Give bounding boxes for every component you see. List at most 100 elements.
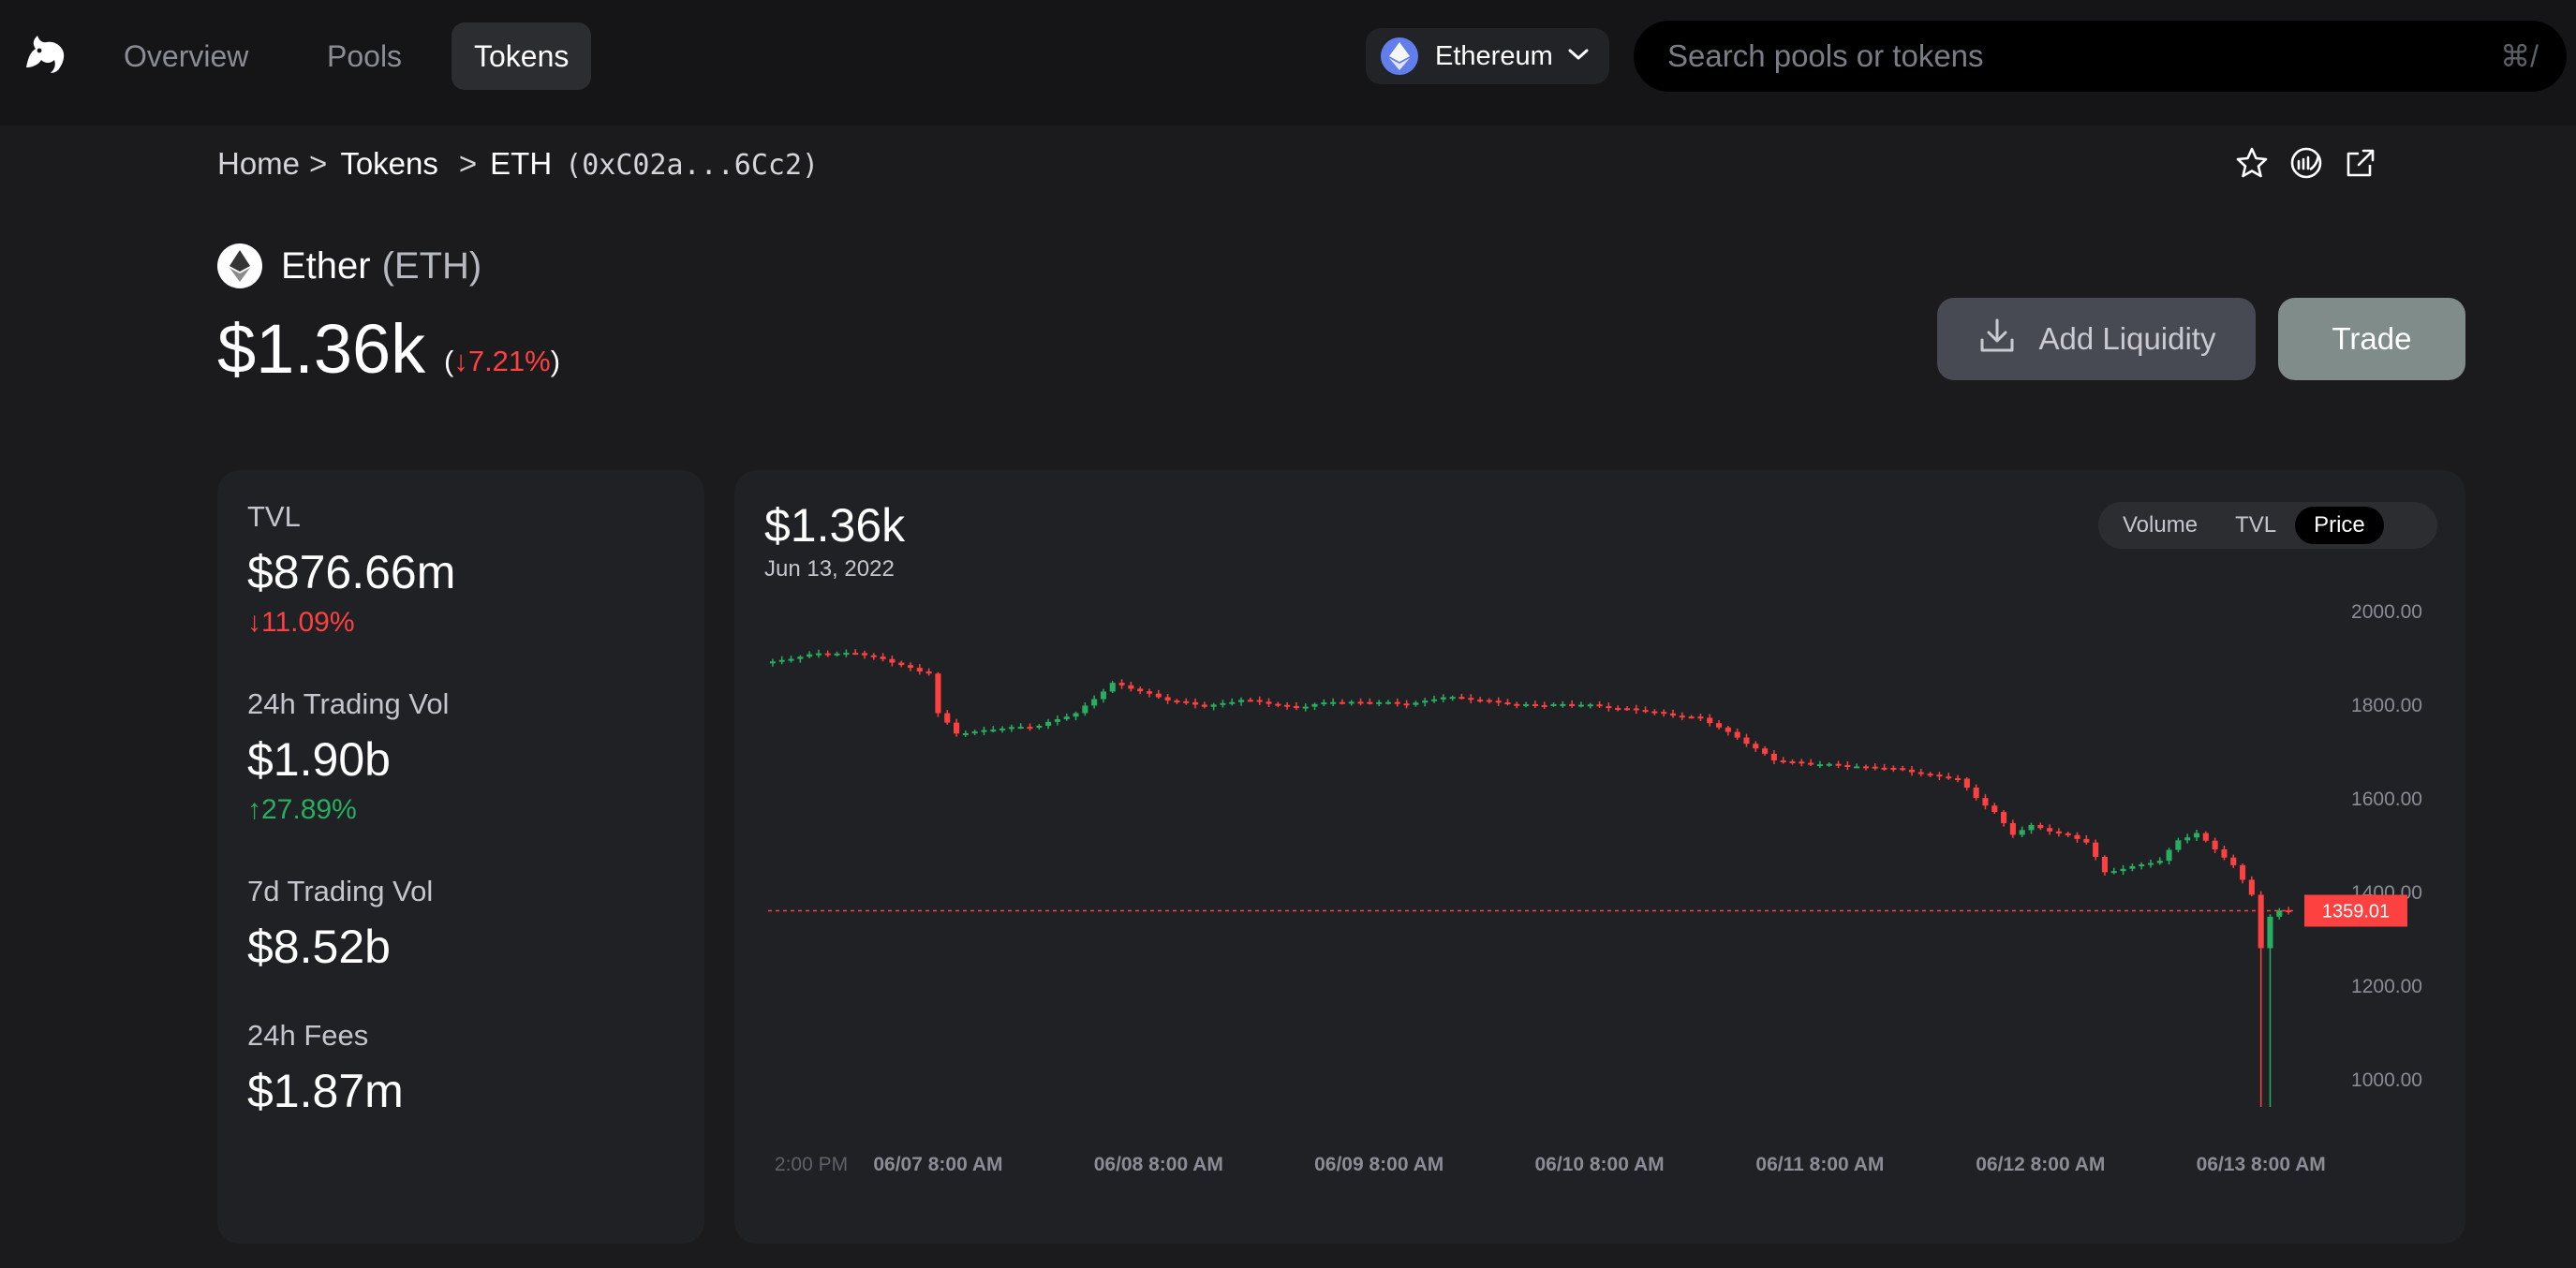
candle bbox=[1514, 703, 1520, 706]
candle bbox=[2047, 828, 2053, 832]
candle bbox=[1532, 703, 1538, 706]
candle bbox=[1661, 712, 1667, 715]
candle bbox=[2065, 833, 2071, 835]
candle bbox=[1927, 774, 1933, 776]
candle bbox=[962, 732, 969, 735]
candle bbox=[2212, 840, 2218, 849]
candle bbox=[2055, 831, 2062, 833]
candle bbox=[1486, 700, 1492, 702]
price-chart[interactable]: 2000.001800.001600.001400.001200.001000.… bbox=[734, 470, 2465, 1244]
candle bbox=[971, 731, 978, 734]
candle bbox=[1606, 706, 1612, 709]
star-icon[interactable] bbox=[2235, 146, 2269, 180]
toggle-price[interactable]: Price bbox=[2295, 507, 2384, 544]
chart-date: Jun 13, 2022 bbox=[764, 556, 895, 582]
top-navigation: Overview Pools Tokens Ethereum Search po… bbox=[0, 0, 2576, 125]
candle bbox=[2028, 825, 2035, 831]
network-selector[interactable]: Ethereum bbox=[1366, 28, 1609, 84]
candle bbox=[1054, 719, 1060, 722]
candle bbox=[1229, 701, 1236, 704]
stat-change: ↑27.89% bbox=[247, 794, 449, 826]
candle bbox=[2240, 864, 2246, 880]
candle bbox=[2193, 833, 2200, 838]
candle bbox=[2156, 861, 2163, 863]
candle bbox=[2009, 822, 2016, 835]
add-liquidity-button[interactable]: Add Liquidity bbox=[1937, 298, 2256, 380]
candle bbox=[1780, 759, 1786, 762]
candle bbox=[1550, 703, 1557, 706]
stat-value: $1.87m bbox=[247, 1065, 404, 1117]
candle bbox=[1577, 704, 1584, 707]
toggle-volume[interactable]: Volume bbox=[2104, 507, 2216, 544]
candle bbox=[1725, 727, 1731, 732]
candle bbox=[1569, 703, 1576, 706]
breadcrumb-home[interactable]: Home bbox=[217, 146, 300, 181]
candle bbox=[1017, 727, 1024, 730]
candle bbox=[898, 662, 905, 666]
stat-label: 7d Trading Vol bbox=[247, 875, 434, 907]
candle bbox=[769, 661, 776, 664]
candle bbox=[778, 659, 785, 662]
search-input[interactable]: Search pools or tokens ⌘/ bbox=[1634, 21, 2567, 92]
candle bbox=[1477, 700, 1484, 702]
candle bbox=[2019, 830, 2025, 835]
candle bbox=[1183, 700, 1190, 703]
candle bbox=[1100, 691, 1107, 700]
trade-button[interactable]: Trade bbox=[2278, 298, 2465, 380]
candle bbox=[807, 654, 813, 657]
candle bbox=[1091, 699, 1098, 706]
price-change-value: 7.21% bbox=[467, 345, 551, 377]
toggle-tvl[interactable]: TVL bbox=[2216, 507, 2295, 544]
candle bbox=[1495, 700, 1502, 703]
nav-tokens[interactable]: Tokens bbox=[452, 22, 592, 90]
candle bbox=[1036, 725, 1043, 728]
network-label: Ethereum bbox=[1435, 40, 1553, 71]
stat-tvl: TVL $876.66m ↓11.09% bbox=[247, 500, 455, 639]
candle bbox=[1384, 701, 1392, 704]
candle bbox=[1743, 737, 1750, 745]
candle bbox=[1862, 766, 1870, 769]
candle bbox=[2037, 825, 2044, 829]
candle bbox=[1339, 701, 1345, 704]
candle bbox=[889, 658, 896, 663]
candle bbox=[1468, 698, 1474, 700]
breadcrumb-tokens[interactable]: Tokens bbox=[340, 146, 438, 181]
x-tick-label: 06/11 8:00 AM bbox=[1755, 1154, 1884, 1175]
candle bbox=[916, 668, 923, 671]
candle bbox=[1596, 704, 1603, 707]
current-price-label: 1359.01 bbox=[2322, 901, 2390, 922]
candle bbox=[1302, 706, 1309, 709]
candle bbox=[1982, 798, 1989, 806]
candle bbox=[1770, 753, 1777, 760]
uniswap-logo-icon[interactable] bbox=[19, 30, 69, 81]
candle bbox=[2139, 864, 2145, 867]
candle bbox=[2001, 812, 2007, 823]
nav-pools[interactable]: Pools bbox=[304, 22, 424, 90]
candle bbox=[1008, 727, 1014, 730]
candle bbox=[1027, 727, 1033, 730]
paren-open: ( bbox=[444, 345, 454, 377]
candle bbox=[1697, 716, 1704, 719]
candle bbox=[1954, 778, 1962, 781]
candle bbox=[1430, 699, 1438, 701]
candle bbox=[1266, 701, 1272, 704]
token-name: Ether bbox=[281, 244, 371, 287]
candle bbox=[1293, 705, 1299, 709]
stat-change-value: 27.89% bbox=[261, 794, 357, 825]
candle bbox=[815, 653, 822, 656]
stat-24h-fees: 24h Fees $1.87m bbox=[247, 1019, 404, 1118]
candle bbox=[1155, 693, 1162, 698]
candle bbox=[1174, 700, 1180, 702]
y-tick-label: 1200.00 bbox=[2351, 976, 2422, 997]
candle bbox=[1413, 702, 1419, 705]
candle bbox=[1826, 763, 1832, 766]
etherscan-icon[interactable] bbox=[2289, 146, 2323, 180]
nav-overview[interactable]: Overview bbox=[101, 22, 271, 90]
candle bbox=[1357, 701, 1364, 704]
candle bbox=[1917, 772, 1924, 774]
external-link-icon[interactable] bbox=[2344, 146, 2377, 180]
token-address[interactable]: (0xC02a...6Cc2) bbox=[565, 149, 819, 182]
candle bbox=[1963, 778, 1970, 788]
candle bbox=[2166, 849, 2172, 862]
candle bbox=[1348, 701, 1355, 704]
